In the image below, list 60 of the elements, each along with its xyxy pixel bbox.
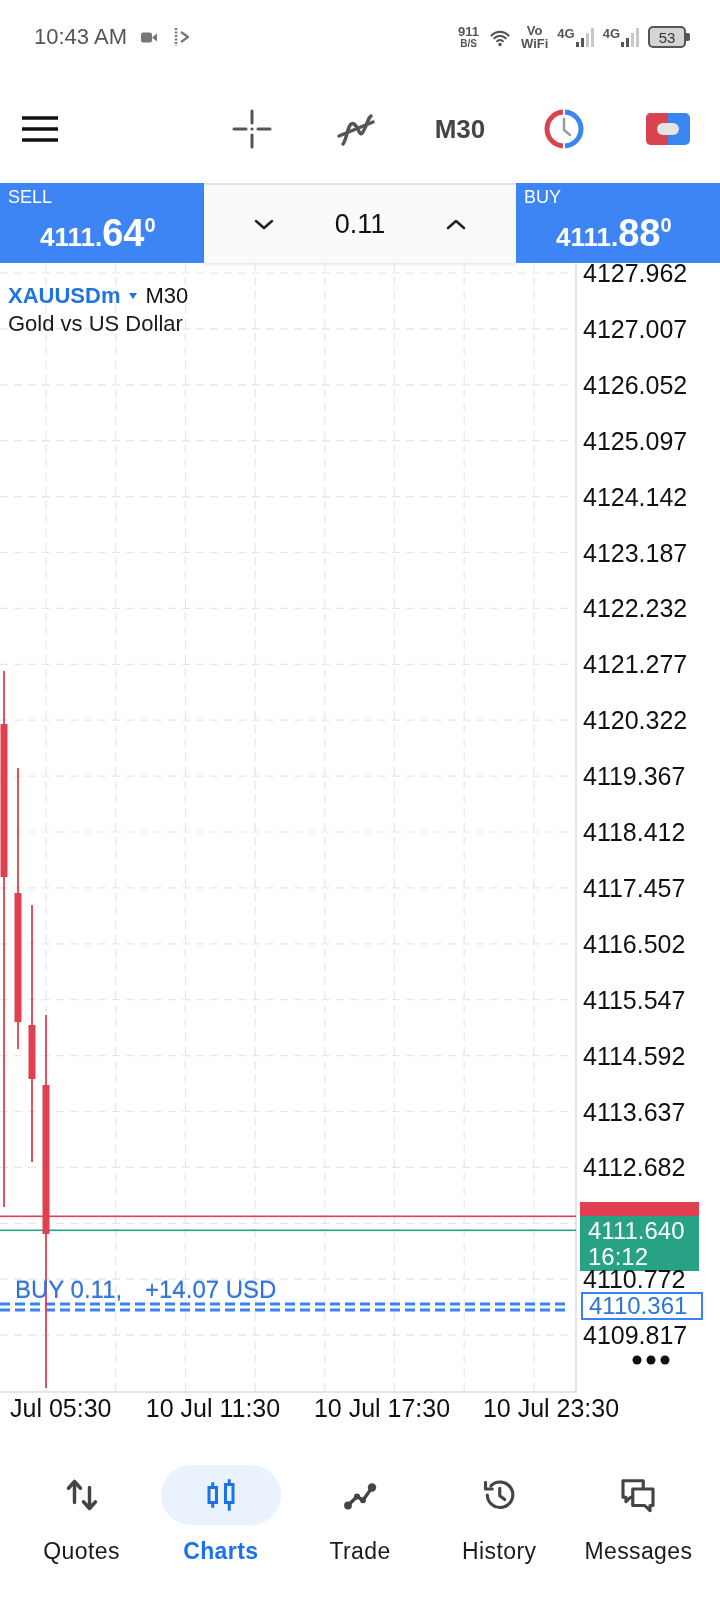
price-label: 4117.457	[583, 877, 686, 898]
timeframe-button[interactable]: M30	[434, 113, 486, 144]
network-type: 4G	[602, 27, 620, 41]
price-label: 4109.817	[583, 1325, 688, 1346]
price-label: 4125.097	[583, 430, 688, 451]
nav-tab[interactable]: History	[429, 1465, 569, 1565]
price-label: 4120.322	[583, 710, 688, 731]
dropdown-icon[interactable]	[129, 293, 138, 299]
time-label: Jul 05:30	[10, 1394, 112, 1422]
price-label: 4115.547	[583, 989, 686, 1010]
nav-tab[interactable]: Trade	[290, 1465, 430, 1565]
vowifi-label: WiFi	[521, 37, 549, 50]
price-label: 4127.007	[583, 318, 688, 339]
price-label: 4110.772	[583, 1269, 686, 1290]
battery-indicator: 53	[648, 26, 690, 48]
toggle-icon[interactable]	[646, 112, 690, 145]
time-label: 10 Jul 11:30	[145, 1394, 281, 1422]
chevron-up-icon	[446, 218, 466, 230]
position-price-tag: 4110.361	[581, 1292, 703, 1320]
price-label: 4116.502	[583, 933, 686, 954]
network-speed: 911	[458, 25, 479, 38]
position-profit: +14.07 USD	[145, 1277, 277, 1303]
chevron-down-icon	[254, 218, 274, 230]
price-label: 4119.367	[583, 766, 686, 787]
price-label: 4126.052	[583, 374, 688, 395]
volume-value[interactable]: 0.11	[334, 208, 386, 240]
bid-price-label: 4111.640	[588, 1218, 685, 1244]
signal-icon	[575, 27, 594, 47]
crosshair-icon[interactable]	[232, 108, 272, 149]
symbol-description: Gold vs US Dollar	[8, 310, 184, 338]
price-label: 4122.232	[583, 598, 688, 619]
price-label: 4124.142	[583, 486, 688, 507]
price-label: 4114.592	[583, 1045, 686, 1066]
nav-tab[interactable]: Quotes	[12, 1465, 152, 1565]
clock-icon[interactable]	[544, 108, 584, 149]
time-label: 10 Jul 17:30	[313, 1394, 451, 1422]
price-label: 4123.187	[583, 542, 688, 563]
sell-button[interactable]: SELL 4111.64$^{0}$	[0, 183, 204, 263]
symbol-name[interactable]: XAUUSDm	[8, 282, 121, 310]
price-label: 4127.962	[583, 263, 688, 283]
price-label: 4113.637	[583, 1101, 686, 1122]
network-speed-unit: B/S	[460, 38, 477, 49]
video-camera-icon	[140, 30, 157, 44]
nav-tab[interactable]: Messages	[568, 1465, 708, 1565]
position-line[interactable]	[0, 1302, 568, 1312]
price-label: 4121.277	[583, 654, 688, 675]
chat-bubbles-icon	[620, 1477, 657, 1513]
vowifi-label: Vo	[526, 24, 543, 37]
play-icon	[172, 27, 191, 47]
clock-time: 10:43 AM	[34, 24, 127, 50]
menu-icon[interactable]	[22, 115, 58, 142]
price-label: 4112.682	[583, 1157, 686, 1178]
buy-button[interactable]: BUY 4111.88$^{0}$	[516, 183, 720, 263]
time-label: 10 Jul 23:30	[482, 1394, 620, 1422]
network-type: 4G	[557, 27, 575, 41]
countdown-label: 16:12	[588, 1244, 649, 1270]
more-icon[interactable]	[632, 1355, 670, 1365]
price-label: 4118.412	[583, 822, 686, 842]
timeframe-label: M30	[145, 282, 189, 310]
signal-icon	[621, 27, 639, 47]
